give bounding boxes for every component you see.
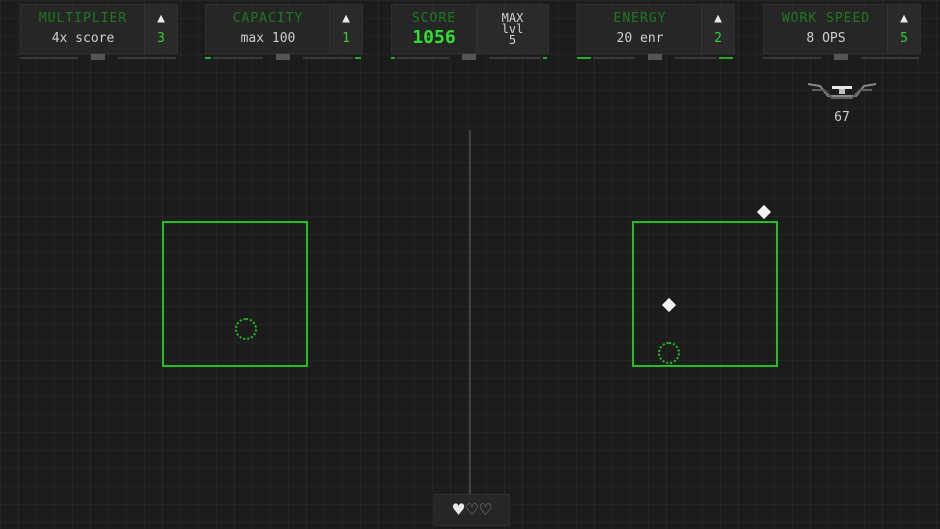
bar-knob	[648, 54, 662, 60]
bar-segment	[675, 57, 717, 59]
capacity-upgrade-button[interactable]: ▲ 1	[329, 5, 362, 53]
bar-segment	[118, 57, 176, 59]
work-speed-progress-bar	[763, 54, 919, 60]
capacity-panel: CAPACITY max 100 ▲ 1	[205, 4, 363, 54]
bar-segment	[303, 57, 353, 59]
max-level-indicator: MAX lvl 5	[476, 5, 548, 53]
bar-segment	[355, 57, 361, 59]
drone-counter: 67	[806, 80, 878, 125]
score-value: 1056	[412, 27, 456, 48]
bar-segment	[593, 57, 635, 59]
energy-panel: ENERGY 20 enr ▲ 2	[577, 4, 735, 54]
resource-particle	[756, 204, 772, 220]
multiplier-progress-bar	[20, 54, 176, 60]
bar-segment	[205, 57, 211, 59]
multiplier-label: MULTIPLIER	[38, 11, 128, 26]
heart-empty-icon: ♡	[479, 498, 492, 521]
bar-segment	[719, 57, 733, 59]
heart-empty-icon: ♡	[466, 498, 478, 521]
bar-segment	[861, 57, 919, 59]
drone-count: 67	[834, 110, 850, 125]
bar-segment	[489, 57, 541, 59]
bar-segment	[391, 57, 395, 59]
capacity-progress-bar	[205, 54, 361, 60]
upgrade-arrow-icon: ▲	[157, 11, 165, 26]
bar-knob	[91, 54, 105, 60]
multiplier-panel: MULTIPLIER 4x score ▲ 3	[20, 4, 178, 54]
right-drone-marker	[658, 342, 680, 364]
drone-icon	[807, 83, 877, 99]
work-speed-level: 5	[900, 31, 908, 46]
score-progress-bar	[391, 54, 547, 60]
bar-segment	[397, 57, 449, 59]
left-drone-marker	[235, 318, 257, 340]
work-speed-value: 8 OPS	[806, 31, 846, 46]
work-speed-label: WORK SPEED	[781, 11, 871, 26]
multiplier-value: 4x score	[51, 31, 115, 46]
bar-segment	[577, 57, 591, 59]
upgrade-arrow-icon: ▲	[714, 11, 722, 26]
bar-knob	[276, 54, 290, 60]
bar-segment	[543, 57, 547, 59]
capacity-label: CAPACITY	[232, 11, 304, 26]
score-label: SCORE	[411, 11, 457, 26]
arena-divider	[469, 130, 471, 500]
lives-indicator: ♥ ♡ ♡	[434, 494, 510, 526]
left-work-zone[interactable]	[162, 221, 308, 367]
energy-level: 2	[714, 31, 722, 46]
multiplier-level: 3	[157, 31, 165, 46]
score-panel: SCORE 1056 MAX lvl 5	[391, 4, 549, 54]
multiplier-upgrade-button[interactable]: ▲ 3	[144, 5, 177, 53]
energy-progress-bar	[577, 54, 733, 60]
energy-value: 20 enr	[616, 31, 664, 46]
right-work-zone[interactable]	[632, 221, 778, 367]
upgrade-arrow-icon: ▲	[342, 11, 350, 26]
bar-knob	[462, 54, 476, 60]
bar-segment	[763, 57, 821, 59]
energy-upgrade-button[interactable]: ▲ 2	[701, 5, 734, 53]
work-speed-panel: WORK SPEED 8 OPS ▲ 5	[763, 4, 921, 54]
bar-knob	[834, 54, 848, 60]
max-lvl-number: 5	[508, 33, 517, 47]
bar-segment	[20, 57, 78, 59]
work-speed-upgrade-button[interactable]: ▲ 5	[887, 5, 920, 53]
capacity-value: max 100	[240, 31, 296, 46]
energy-label: ENERGY	[613, 11, 667, 26]
bar-segment	[213, 57, 263, 59]
heart-full-icon: ♥	[452, 498, 465, 521]
capacity-level: 1	[342, 31, 350, 46]
upgrade-arrow-icon: ▲	[900, 11, 908, 26]
